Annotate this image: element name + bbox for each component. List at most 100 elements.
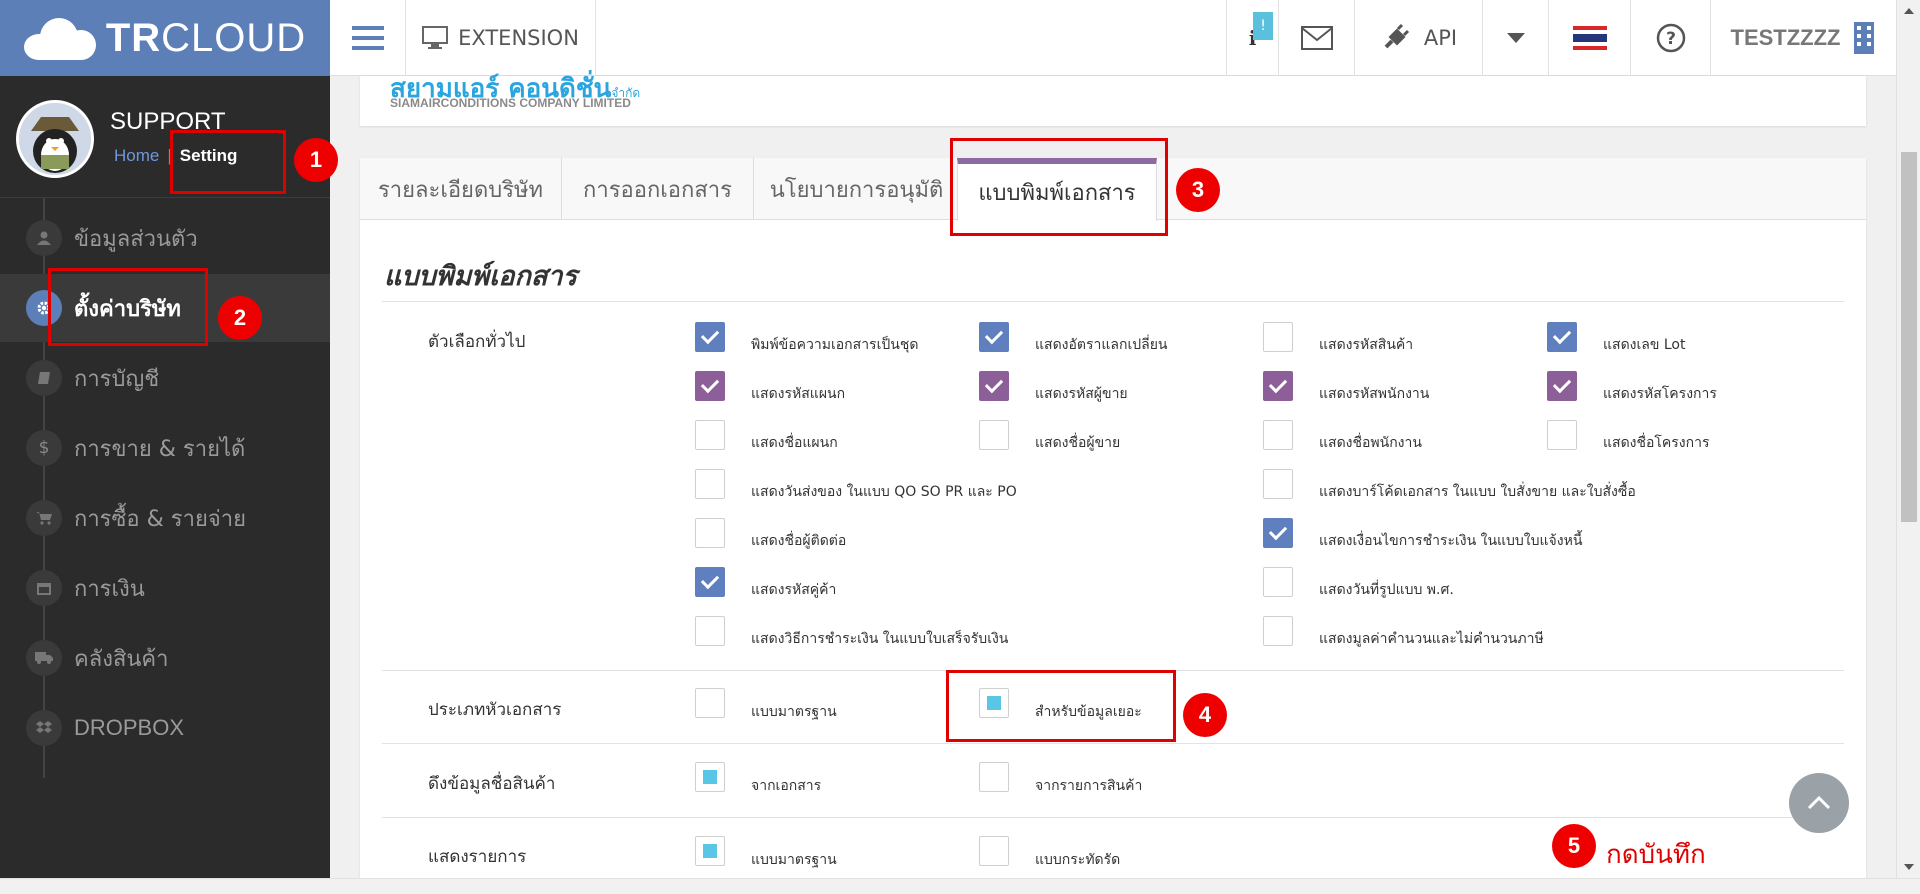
scrollbar-thumb[interactable]: [1901, 152, 1917, 522]
plug-icon: [1384, 23, 1409, 48]
divider: [382, 301, 1844, 302]
option-label: แสดงมูลค่าคำนวนและไม่คำนวนภาษี: [1319, 631, 1544, 647]
display-items-label: แสดงรายการ: [428, 847, 527, 867]
scroll-down-arrow-icon[interactable]: [1897, 860, 1920, 874]
calendar-icon: [26, 570, 62, 606]
penguin-avatar-icon: [19, 103, 91, 175]
info-badge: !: [1253, 12, 1273, 40]
checkbox-show-partner-code[interactable]: [695, 567, 725, 597]
radio-from-document[interactable]: [695, 762, 725, 792]
radio-display-compact[interactable]: [979, 836, 1009, 866]
avatar[interactable]: [16, 100, 94, 178]
checkbox-show-contact-name[interactable]: [695, 518, 725, 548]
option-label: แบบมาตรฐาน: [751, 704, 837, 720]
sidebar-item-accounting[interactable]: การบัญชี: [0, 344, 330, 412]
tab-company-details[interactable]: รายละเอียดบริษัท: [360, 158, 562, 220]
annotation-badge-1: 1: [294, 138, 338, 182]
checkbox-show-taxable-values[interactable]: [1263, 616, 1293, 646]
checkbox-show-project-code[interactable]: [1547, 371, 1577, 401]
sidebar-item-label: การขาย & รายได้: [74, 436, 246, 462]
option-label: แบบกระทัดรัด: [1035, 852, 1121, 868]
top-navbar: EXTENSION i ! API ? TESTZZZZ: [330, 0, 1896, 76]
radio-from-product-list[interactable]: [979, 762, 1009, 792]
checkbox-show-document-barcode[interactable]: [1263, 469, 1293, 499]
option-label: แสดงเงื่อนไขการชำระเงิน ในแบบใบแจ้งหนี้: [1319, 533, 1583, 549]
sidebar-item-label: DROPBOX: [74, 715, 185, 740]
save-hint-text: กดบันทึก: [1606, 840, 1706, 870]
checkbox-show-employee-name[interactable]: [1263, 420, 1293, 450]
option-label: แสดงชื่อผู้ขาย: [1035, 435, 1121, 451]
checkbox-show-exchange-rate[interactable]: [979, 322, 1009, 352]
vertical-scrollbar[interactable]: [1896, 0, 1920, 878]
home-link[interactable]: Home: [114, 146, 159, 165]
option-label: แสดงอัตราแลกเปลี่ยน: [1035, 337, 1168, 353]
checkbox-show-delivery-date[interactable]: [695, 469, 725, 499]
option-label: แสดงชื่อแผนก: [751, 435, 838, 451]
extension-button[interactable]: EXTENSION: [406, 0, 596, 75]
checkbox-show-department-name[interactable]: [695, 420, 725, 450]
company-header-card: สยามแอร์ คอนดิชั่นจำกัด SIAMAIRCONDITION…: [360, 74, 1866, 126]
checkbox-show-product-code[interactable]: [1263, 322, 1293, 352]
sidebar-item-label: การซื้อ & รายจ่าย: [74, 506, 246, 532]
company-switcher[interactable]: TESTZZZZ: [1710, 0, 1896, 75]
annotation-box-company-settings: [48, 268, 208, 346]
checkbox-show-payment-terms[interactable]: [1263, 518, 1293, 548]
checkbox-show-seller-name[interactable]: [979, 420, 1009, 450]
language-button[interactable]: [1548, 0, 1630, 75]
sidebar-item-dropbox[interactable]: DROPBOX: [0, 694, 330, 762]
api-button[interactable]: API: [1354, 0, 1482, 75]
monitor-icon: [422, 25, 449, 49]
option-label: แสดงรหัสโครงการ: [1603, 386, 1717, 402]
truck-icon: [26, 640, 62, 676]
sidebar-item-label: การบัญชี: [74, 366, 160, 392]
logo[interactable]: TRCLOUD: [0, 0, 330, 76]
header-type-label: ประเภทหัวเอกสาร: [428, 700, 562, 720]
dropdown-toggle[interactable]: [1482, 0, 1548, 75]
chevron-up-icon: [1807, 796, 1831, 810]
checkbox-show-buddhist-date[interactable]: [1263, 567, 1293, 597]
option-label: แสดงเลข Lot: [1603, 337, 1686, 353]
option-label: แสดงชื่อพนักงาน: [1319, 435, 1422, 451]
sidebar-item-finance[interactable]: การเงิน: [0, 554, 330, 622]
product-name-label: ดึงข้อมูลชื่อสินค้า: [428, 774, 556, 794]
option-label: จากเอกสาร: [751, 778, 822, 794]
radio-header-standard[interactable]: [695, 688, 725, 718]
info-button[interactable]: i !: [1226, 0, 1278, 75]
company-name-en: SIAMAIRCONDITIONS COMPANY LIMITED: [390, 96, 631, 110]
brand-name: TRCLOUD: [105, 15, 307, 60]
hamburger-icon: [351, 25, 384, 50]
cloud-icon: [23, 16, 96, 60]
company-code: TESTZZZZ: [1730, 24, 1841, 50]
option-label: แสดงวันที่รูปแบบ พ.ศ.: [1319, 582, 1454, 598]
question-circle-icon: ?: [1656, 23, 1685, 52]
scroll-to-top-button[interactable]: [1789, 773, 1849, 833]
mail-button[interactable]: [1278, 0, 1354, 75]
checkbox-show-department-code[interactable]: [695, 371, 725, 401]
checkbox-show-lot-number[interactable]: [1547, 322, 1577, 352]
sidebar-item-label: คลังสินค้า: [74, 646, 169, 672]
sidebar-item-profile[interactable]: ข้อมูลส่วนตัว: [0, 204, 330, 272]
option-label: แสดงชื่อผู้ติดต่อ: [751, 533, 847, 549]
checkbox-show-seller-code[interactable]: [979, 371, 1009, 401]
annotation-box-large-data: [946, 670, 1176, 742]
hamburger-menu-button[interactable]: [330, 0, 406, 75]
annotation-badge-3: 3: [1176, 168, 1220, 212]
tab-document-issuing[interactable]: การออกเอกสาร: [562, 158, 754, 220]
sidebar-item-purchases[interactable]: การซื้อ & รายจ่าย: [0, 484, 330, 552]
api-label: API: [1423, 25, 1458, 50]
checkbox-show-project-name[interactable]: [1547, 420, 1577, 450]
checkbox-show-payment-method[interactable]: [695, 616, 725, 646]
checkbox-print-doc-set[interactable]: [695, 322, 725, 352]
checkbox-show-employee-code[interactable]: [1263, 371, 1293, 401]
envelope-icon: [1300, 25, 1333, 50]
dropbox-icon: [26, 710, 62, 746]
scroll-up-arrow-icon[interactable]: [1897, 4, 1920, 18]
sidebar-item-sales[interactable]: $ การขาย & รายได้: [0, 414, 330, 482]
help-button[interactable]: ?: [1630, 0, 1710, 75]
sidebar: SUPPORT Home | Setting ข้อมูลส่วนตัว ตั้งค…: [0, 76, 330, 878]
tab-approval-policy[interactable]: นโยบายการอนุมัติ: [754, 158, 960, 220]
sidebar-item-inventory[interactable]: คลังสินค้า: [0, 624, 330, 692]
radio-display-standard[interactable]: [695, 836, 725, 866]
horizontal-scrollbar[interactable]: [0, 878, 1920, 894]
annotation-badge-2: 2: [218, 296, 262, 340]
